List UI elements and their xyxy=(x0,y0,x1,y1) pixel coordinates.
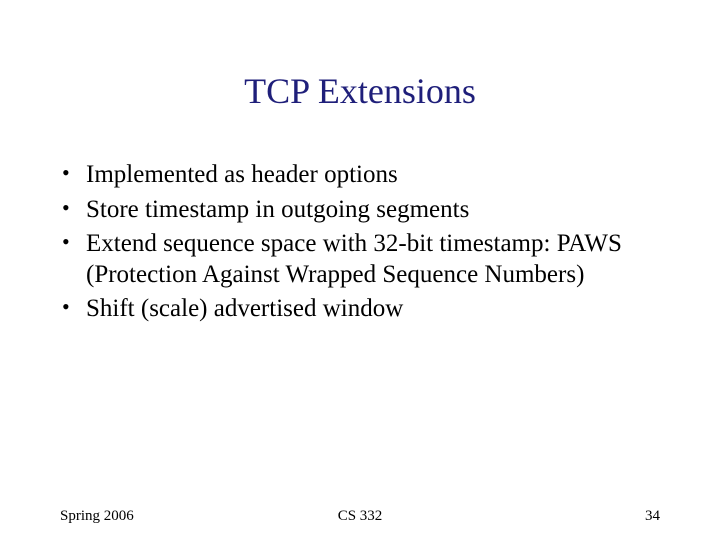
footer-center: CS 332 xyxy=(60,508,660,525)
bullet-list: Implemented as header options Store time… xyxy=(58,160,660,325)
slide: TCP Extensions Implemented as header opt… xyxy=(0,0,720,540)
slide-title: TCP Extensions xyxy=(0,70,720,112)
list-item: Extend sequence space with 32-bit timest… xyxy=(58,229,660,290)
list-item: Implemented as header options xyxy=(58,160,660,191)
slide-body: Implemented as header options Store time… xyxy=(58,160,660,329)
list-item: Store timestamp in outgoing segments xyxy=(58,195,660,226)
list-item: Shift (scale) advertised window xyxy=(58,294,660,325)
footer-right: 34 xyxy=(645,508,660,525)
